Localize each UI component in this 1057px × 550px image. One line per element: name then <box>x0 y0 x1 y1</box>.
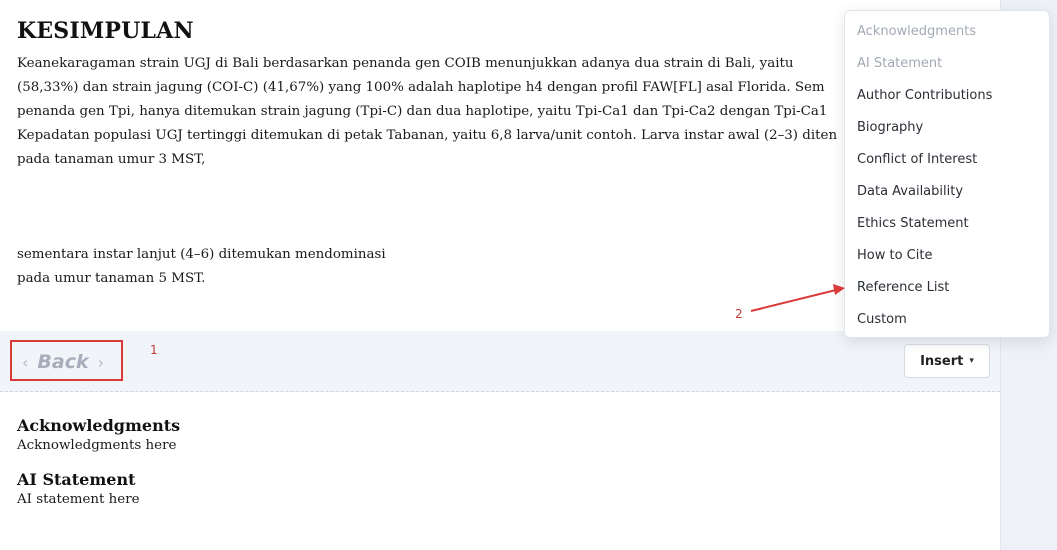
paragraph-line: pada umur tanaman 5 MST. <box>17 271 206 286</box>
menu-item-acknowledgments[interactable]: Acknowledgments <box>857 24 976 39</box>
section-heading: KESIMPULAN <box>17 18 194 44</box>
insert-dropdown-menu: Acknowledgments AI Statement Author Cont… <box>844 10 1050 338</box>
insert-button[interactable]: Insert ▾ <box>904 344 990 378</box>
menu-item-conflict-of-interest[interactable]: Conflict of Interest <box>857 152 977 167</box>
acknowledgments-section: Acknowledgments Acknowledgments here <box>17 416 977 453</box>
section-body[interactable]: Acknowledgments here <box>17 438 977 453</box>
menu-item-reference-list[interactable]: Reference List <box>857 280 949 295</box>
section-body[interactable]: AI statement here <box>17 492 977 507</box>
chevron-down-icon: ▾ <box>969 356 974 366</box>
menu-item-biography[interactable]: Biography <box>857 120 923 135</box>
annotation-label-1: 1 <box>150 343 158 357</box>
menu-item-label: Reference List <box>857 280 950 295</box>
menu-item-label: How to Cite <box>857 248 933 263</box>
back-button-label: Back <box>37 351 89 373</box>
menu-item-data-availability[interactable]: Data Availability <box>857 184 963 199</box>
back-button[interactable]: ‹ Back › <box>22 349 104 375</box>
annotation-label-2: 2 <box>735 307 743 321</box>
menu-item-ai-statement[interactable]: AI Statement <box>857 56 942 71</box>
insert-button-label: Insert <box>920 353 964 369</box>
chevron-left-icon: ‹ <box>22 352 29 372</box>
content-sections: Acknowledgments Acknowledgments here AI … <box>17 416 977 524</box>
menu-item-how-to-cite[interactable]: How to Cite <box>857 248 932 263</box>
menu-item-author-contributions[interactable]: Author Contributions <box>857 88 992 103</box>
ai-statement-section: AI Statement AI statement here <box>17 470 977 507</box>
conclusion-paragraph-continued: sementara instar lanjut (4–6) ditemukan … <box>17 243 386 291</box>
chevron-right-icon: › <box>97 352 105 372</box>
section-title: AI Statement <box>17 470 136 489</box>
menu-item-label: Author Contributions <box>857 88 993 103</box>
menu-item-ethics-statement[interactable]: Ethics Statement <box>857 216 969 231</box>
menu-item-label: AI Statement <box>857 56 943 71</box>
menu-item-label: Data Availability <box>857 184 964 199</box>
menu-item-label: Acknowledgments <box>857 24 977 39</box>
editor-toolbar <box>0 331 1000 392</box>
menu-item-label: Ethics Statement <box>857 216 969 231</box>
paragraph-line: sementara instar lanjut (4–6) ditemukan … <box>17 247 386 262</box>
menu-item-label: Biography <box>857 120 924 135</box>
section-title: Acknowledgments <box>17 416 181 435</box>
menu-item-custom[interactable]: Custom <box>857 312 907 327</box>
menu-item-label: Conflict of Interest <box>857 152 978 167</box>
menu-item-label: Custom <box>857 312 907 327</box>
